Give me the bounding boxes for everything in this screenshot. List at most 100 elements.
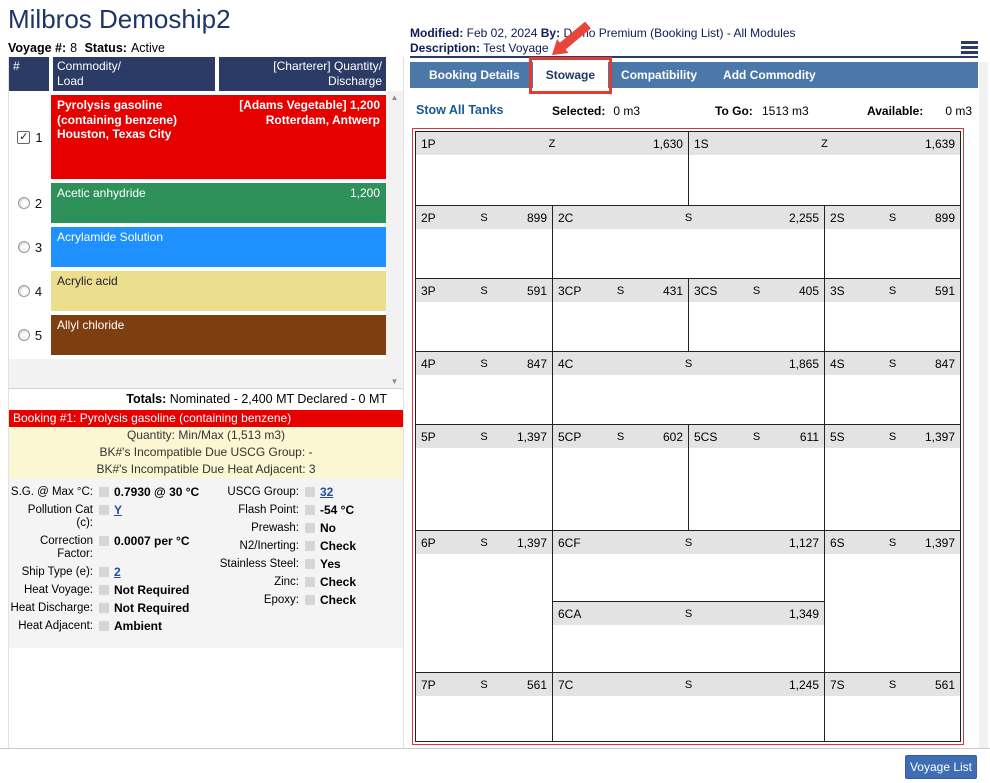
tank-4P[interactable]: 4PS847 [416,352,552,424]
property-row: Ship Type (e):2 [9,566,213,579]
commodity-cell[interactable]: Acrylic acid [51,271,386,311]
commodity-cell[interactable]: Allyl chloride [51,315,386,355]
tank-3CP[interactable]: 3CPS431 [552,279,688,351]
tank-coating: S [645,679,732,691]
tank-4C[interactable]: 4CS1,865 [552,352,824,424]
tank-4S[interactable]: 4SS847 [824,352,960,424]
booking-row[interactable]: ✓1Pyrolysis gasoline(containing benzene)… [9,95,386,179]
row-select-cell: 4 [9,271,51,311]
booking-row[interactable]: 3Acrylamide Solution [9,227,386,267]
booking-detail-header: Booking #1: Pyrolysis gasoline (containi… [9,410,403,427]
row-radio[interactable] [18,285,30,297]
status-box-icon [99,536,109,546]
tank-capacity: 431 [641,284,683,298]
tank-6S[interactable]: 6SS1,397 [824,531,960,672]
tank-grid: 1PZ1,6301SZ1,639 2PS8992CS2,2552SS899 3PS5… [415,131,961,742]
property-value[interactable]: 32 [320,486,333,499]
tank-coating: Z [781,138,868,150]
tank-3S[interactable]: 3SS591 [824,279,960,351]
tank-2C[interactable]: 2CS2,255 [552,206,824,278]
tank-name: 4P [421,357,463,371]
tank-name: 7C [558,678,645,692]
property-value[interactable]: 2 [114,566,121,579]
tank-1P[interactable]: 1PZ1,630 [416,132,688,205]
tank-header: 7PS561 [416,673,552,696]
tab-add-commodity[interactable]: Add Commodity [710,62,829,88]
tab-booking-details[interactable]: Booking Details [416,62,533,88]
row-radio[interactable] [18,241,30,253]
row-radio[interactable] [18,329,30,341]
commodity-line: Pyrolysis gasoline [57,98,177,113]
booking-row[interactable]: 2Acetic anhydride1,200 [9,183,386,223]
tank-coating: S [645,608,732,620]
voyage-list-button[interactable]: Voyage List [905,755,977,779]
row-checkbox[interactable]: ✓ [17,131,30,144]
scroll-up-icon[interactable]: ▲ [386,93,403,102]
property-row: N2/Inerting:Check [213,540,403,553]
commodity-line: Acetic anhydride [57,186,146,201]
tank-header: 7SS561 [825,673,960,696]
tank-header: 6CFS1,127 [553,531,824,554]
tank-2S[interactable]: 2SS899 [824,206,960,278]
totals-line: Totals: Nominated - 2,400 MT Declared - … [9,388,403,410]
tab-stowage[interactable]: Stowage [533,62,608,88]
property-value: No [320,522,336,535]
tank-5CP[interactable]: 5CPS602 [552,425,688,530]
commodity-cell[interactable]: Acetic anhydride1,200 [51,183,386,223]
property-label: Heat Adjacent: [9,620,93,633]
tank-coating: S [463,431,505,443]
tank-3P[interactable]: 3PS591 [416,279,552,351]
tank-7S[interactable]: 7SS561 [824,673,960,741]
booking-row[interactable]: 5Allyl chloride [9,315,386,355]
booking-row[interactable]: 4Acrylic acid [9,271,386,311]
tank-1S[interactable]: 1SZ1,639 [688,132,960,205]
property-row: Correction Factor:0.0007 per °C [9,535,213,561]
tank-capacity: 561 [505,678,547,692]
vertical-scrollbar[interactable]: ▲ ▼ [386,91,403,388]
summary-label: To Go: [715,104,753,118]
row-radio[interactable] [18,197,30,209]
tab-compatibility[interactable]: Compatibility [608,62,710,88]
tank-7C[interactable]: 7CS1,245 [552,673,824,741]
tank-coating: S [736,431,778,443]
tank-coating: S [463,285,505,297]
property-value[interactable]: Y [114,504,122,517]
commodity-cell[interactable]: Pyrolysis gasoline(containing benzene)Ho… [51,95,386,179]
tank-6P[interactable]: 6PS1,397 [416,531,552,672]
tank-header: 3PS591 [416,279,552,302]
property-label: Pollution Cat (c): [9,504,93,530]
tank-2P[interactable]: 2PS899 [416,206,552,278]
tank-grid-row: 4PS8474CS1,8654SS847 [416,351,960,424]
property-row: Stainless Steel:Yes [213,558,403,571]
quantity-text: [Adams Vegetable] 1,200Rotterdam, Antwer… [239,98,380,176]
tank-3CS[interactable]: 3CSS405 [688,279,824,351]
properties-column-left: S.G. @ Max °C:0.7930 @ 30 °CPollution Ca… [9,478,213,648]
tank-6CA[interactable]: 6CAS1,349 [553,601,824,672]
booking-info-block: Quantity: Min/Max (1,513 m3)BK#'s Incomp… [9,427,403,478]
tank-header: 6SS1,397 [825,531,960,554]
tank-5S[interactable]: 5SS1,397 [824,425,960,530]
tank-header: 4PS847 [416,352,552,375]
tank-6CF[interactable]: 6CFS1,127 [553,531,824,601]
commodity-line: Acrylamide Solution [57,230,163,245]
tank-5P[interactable]: 5PS1,397 [416,425,552,530]
scroll-down-icon[interactable]: ▼ [386,377,403,386]
quantity-line: Rotterdam, Antwerp [239,113,380,128]
booking-number-label: Booking #1: [13,411,76,425]
property-row: Pollution Cat (c): Y [9,504,213,530]
tank-7P[interactable]: 7PS561 [416,673,552,741]
tank-5CS[interactable]: 5CSS611 [688,425,824,530]
tank-name: 6P [421,536,463,550]
stow-all-tanks-link[interactable]: Stow All Tanks [416,103,504,117]
summary-value: 1513 m3 [762,104,809,118]
booking-rows-area: ✓1Pyrolysis gasoline(containing benzene)… [9,91,403,388]
tank-header: 3SS591 [825,279,960,302]
tank-header: 5SS1,397 [825,425,960,448]
status-box-icon [99,585,109,595]
commodity-cell[interactable]: Acrylamide Solution [51,227,386,267]
tank-capacity: 1,630 [596,137,683,151]
panel-scrollbar[interactable] [979,62,988,748]
booking-list-panel: # Commodity/ Load [Charterer] Quantity/ … [8,57,404,748]
property-label: Zinc: [213,576,299,589]
tank-name: 2S [830,211,872,225]
